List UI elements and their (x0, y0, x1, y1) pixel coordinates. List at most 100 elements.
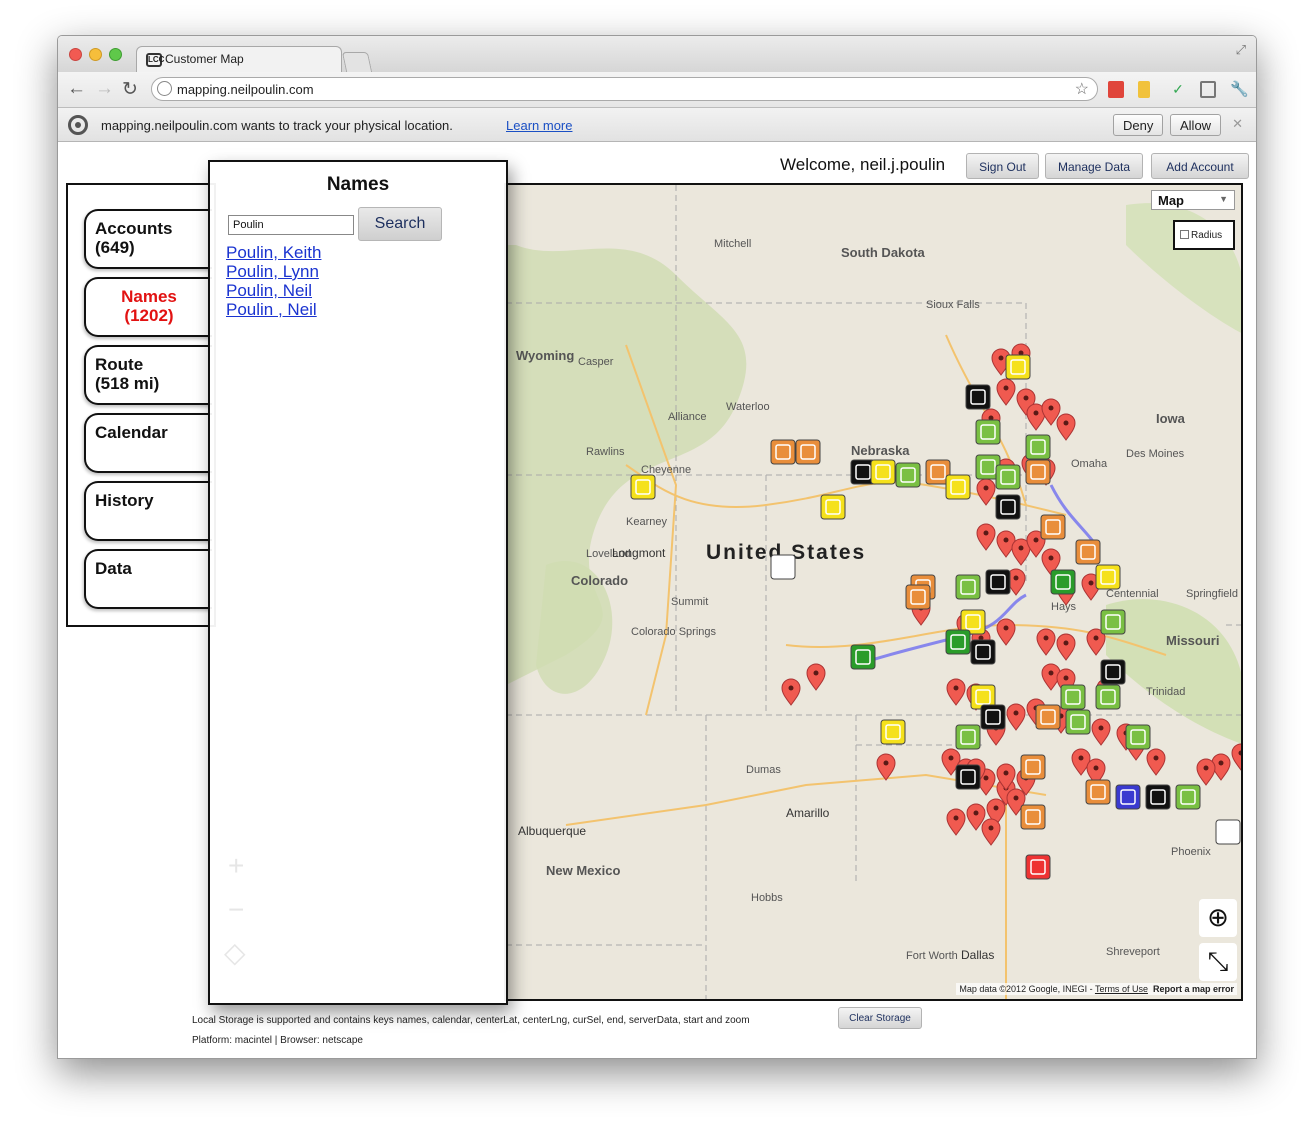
tab-names[interactable]: Names (1202) (84, 277, 212, 337)
customer-marker-icon[interactable] (1095, 564, 1121, 590)
customer-marker-icon[interactable] (1035, 704, 1061, 730)
name-result-link[interactable]: Poulin , Neil (226, 300, 317, 320)
name-result-link[interactable]: Poulin, Keith (226, 243, 321, 263)
sign-out-button[interactable]: Sign Out (966, 153, 1039, 179)
customer-marker-icon[interactable] (945, 629, 971, 655)
customer-marker-icon[interactable] (1020, 804, 1046, 830)
customer-marker-icon[interactable] (995, 464, 1021, 490)
customer-marker-icon[interactable] (850, 644, 876, 670)
customer-marker-icon[interactable] (955, 724, 981, 750)
storage-info-text: Local Storage is supported and contains … (192, 1015, 750, 1026)
customer-marker-icon[interactable] (1025, 459, 1051, 485)
radius-checkbox[interactable] (1180, 230, 1189, 239)
map-type-select[interactable]: Map ▼ (1151, 190, 1235, 210)
customer-marker-icon[interactable] (1215, 819, 1241, 845)
wrench-icon[interactable]: 🔧 (1230, 81, 1249, 98)
tab-label: Accounts (95, 219, 173, 238)
search-button[interactable]: Search (358, 207, 442, 241)
forward-arrow-icon[interactable]: → (95, 78, 114, 100)
customer-marker-icon[interactable] (1065, 709, 1091, 735)
customer-marker-icon[interactable] (1040, 514, 1066, 540)
book-extension-icon[interactable] (1108, 81, 1124, 98)
close-window-button[interactable] (69, 48, 82, 61)
minimize-window-button[interactable] (89, 48, 102, 61)
manage-data-button[interactable]: Manage Data (1045, 153, 1143, 179)
zoom-window-button[interactable] (109, 48, 122, 61)
customer-map[interactable]: South Dakota Wyoming Nebraska Iowa Color… (504, 183, 1243, 1001)
customer-marker-icon[interactable] (895, 462, 921, 488)
tab-history[interactable]: History (84, 481, 212, 541)
customer-marker-icon[interactable] (770, 554, 796, 580)
customer-marker-icon[interactable] (975, 419, 1001, 445)
tab-customer-map[interactable]: LCC Customer Map (136, 46, 342, 73)
customer-marker-icon[interactable] (630, 474, 656, 500)
zoom-out-icon[interactable]: − (228, 894, 244, 926)
map-canvas[interactable]: South Dakota Wyoming Nebraska Iowa Color… (506, 185, 1243, 1001)
customer-marker-icon[interactable] (880, 719, 906, 745)
customer-marker-icon[interactable] (995, 494, 1021, 520)
clear-storage-button[interactable]: Clear Storage (838, 1007, 922, 1029)
customer-marker-icon[interactable] (1085, 779, 1111, 805)
locate-me-icon[interactable]: ⊕ (1199, 899, 1237, 937)
customer-marker-icon[interactable] (945, 474, 971, 500)
customer-marker-icon[interactable] (955, 574, 981, 600)
map-pin-dot (1063, 640, 1069, 646)
terms-of-use-link[interactable]: Terms of Use (1095, 984, 1148, 994)
back-arrow-icon[interactable]: ← (67, 78, 86, 100)
customer-marker-icon[interactable] (1175, 784, 1201, 810)
customer-marker-icon[interactable] (1100, 609, 1126, 635)
reload-icon[interactable]: ↻ (122, 78, 138, 101)
customer-marker-icon[interactable] (965, 384, 991, 410)
customer-marker-icon[interactable] (1050, 569, 1076, 595)
map-pin-dot (1093, 765, 1099, 771)
expand-map-icon[interactable]: ⤡ (1199, 943, 1237, 981)
customer-marker-icon[interactable] (970, 639, 996, 665)
bookmark-star-icon[interactable]: ☆ (1075, 79, 1089, 99)
tab-calendar[interactable]: Calendar (84, 413, 212, 473)
name-result-link[interactable]: Poulin, Neil (226, 281, 312, 301)
radius-toggle[interactable]: Radius (1173, 220, 1235, 250)
name-search-input[interactable]: Poulin (228, 215, 354, 235)
address-bar[interactable]: mapping.neilpoulin.com ☆ (151, 77, 1098, 101)
mail-extension-icon[interactable] (1200, 81, 1216, 98)
browser-window: LCC Customer Map ⤢ ← → ↻ mapping.neilpou… (57, 35, 1257, 1059)
customer-marker-icon[interactable] (1125, 724, 1151, 750)
city-label: Phoenix (1171, 846, 1211, 858)
tab-data[interactable]: Data (84, 549, 212, 609)
geolocation-infobar: mapping.neilpoulin.com wants to track yo… (58, 108, 1256, 142)
report-map-error-link[interactable]: Report a map error (1153, 984, 1234, 994)
customer-marker-icon[interactable] (1025, 434, 1051, 460)
add-account-button[interactable]: Add Account (1151, 153, 1249, 179)
city-label: Waterloo (726, 401, 770, 413)
customer-marker-icon[interactable] (1145, 784, 1171, 810)
allow-button[interactable]: Allow (1170, 114, 1222, 136)
phone-extension-icon[interactable] (1138, 81, 1150, 98)
tab-accounts[interactable]: Accounts (649) (84, 209, 212, 269)
customer-marker-icon[interactable] (1115, 784, 1141, 810)
customer-marker-icon[interactable] (820, 494, 846, 520)
customer-marker-icon[interactable] (1095, 684, 1121, 710)
customer-marker-icon[interactable] (1020, 754, 1046, 780)
customer-marker-icon[interactable] (1005, 354, 1031, 380)
fullscreen-icon[interactable]: ⤢ (1236, 42, 1246, 58)
customer-marker-icon[interactable] (955, 764, 981, 790)
learn-more-link[interactable]: Learn more (506, 118, 572, 133)
deny-button[interactable]: Deny (1113, 114, 1164, 136)
customer-marker-icon[interactable] (870, 459, 896, 485)
new-tab-button[interactable] (341, 52, 373, 72)
customer-marker-icon[interactable] (770, 439, 796, 465)
customer-marker-icon[interactable] (1075, 539, 1101, 565)
check-extension-icon[interactable]: ✓ (1170, 81, 1186, 98)
zoom-in-icon[interactable]: + (228, 850, 244, 882)
customer-marker-icon[interactable] (795, 439, 821, 465)
close-infobar-icon[interactable]: ✕ (1232, 116, 1243, 132)
name-result-link[interactable]: Poulin, Lynn (226, 262, 319, 282)
customer-marker-icon[interactable] (1100, 659, 1126, 685)
customer-marker-icon[interactable] (1025, 854, 1051, 880)
customer-marker-icon[interactable] (1060, 684, 1086, 710)
tab-route[interactable]: Route (518 mi) (84, 345, 212, 405)
customer-marker-icon[interactable] (980, 704, 1006, 730)
customer-marker-icon[interactable] (985, 569, 1011, 595)
street-view-icon[interactable]: ◇ (224, 936, 246, 969)
customer-marker-icon[interactable] (905, 584, 931, 610)
